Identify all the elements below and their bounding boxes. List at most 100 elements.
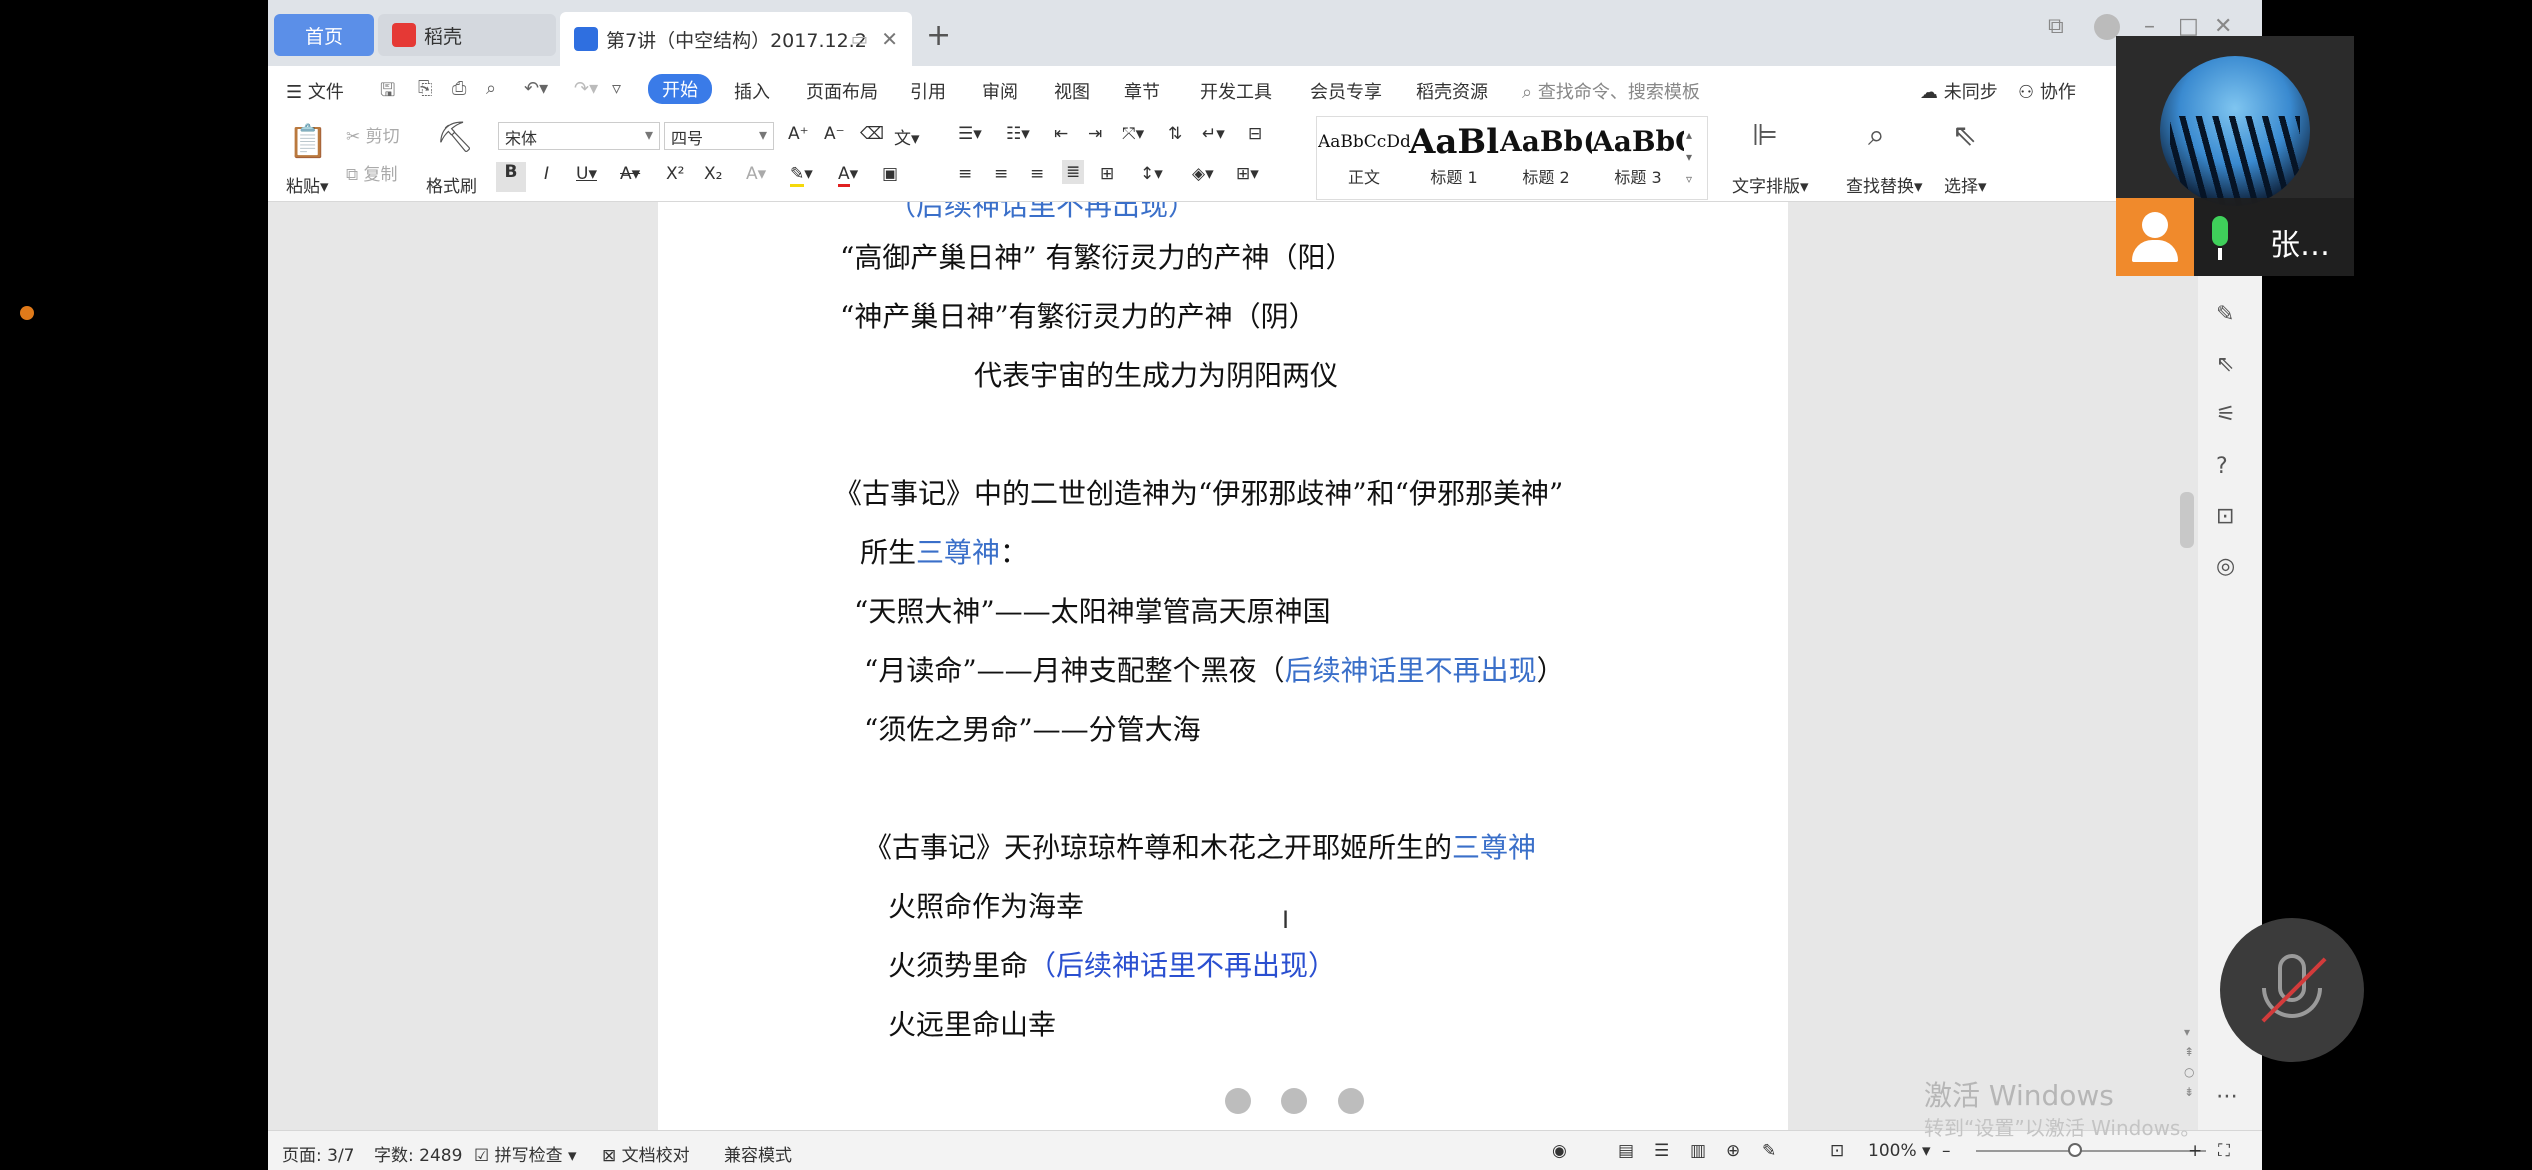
location-icon[interactable]: ◎	[2216, 554, 2242, 580]
zoom-level[interactable]: 100% ▾	[1868, 1141, 1931, 1161]
page-view-icon[interactable]: ▤	[1618, 1141, 1634, 1161]
char-border-icon[interactable]: ▣	[882, 164, 898, 184]
pointer-icon[interactable]: ⇖	[2216, 352, 2242, 378]
grow-font-icon[interactable]: A⁺	[788, 124, 809, 144]
collaborate-button[interactable]: ⚇ 协作	[2018, 78, 2076, 104]
document-page[interactable]: （后续神话里不再出现） “高御产巢日神” 有繁衍灵力的产神（阳） “神产巢日神”…	[658, 202, 1788, 1130]
close-tab-icon[interactable]: ✕	[881, 27, 898, 51]
align-center-icon[interactable]: ≡	[994, 164, 1008, 184]
read-view-icon[interactable]: ▥	[1690, 1141, 1706, 1161]
style-heading-2[interactable]: AaBb( 标题 2	[1500, 120, 1592, 196]
mute-toggle-button[interactable]	[2220, 918, 2364, 1062]
tab-start[interactable]: 开始	[648, 74, 712, 104]
layout-switch-icon[interactable]: ⧉	[2048, 14, 2064, 39]
underline-button[interactable]: U▾	[576, 164, 597, 184]
italic-button[interactable]: I	[544, 164, 549, 184]
redo-icon[interactable]: ↷▾	[574, 78, 598, 99]
proofread-button[interactable]: ⊠ 文档校对	[602, 1141, 690, 1166]
pin-tab-icon[interactable]: ▭	[851, 29, 868, 50]
more-icon[interactable]: ⋯	[2216, 1084, 2242, 1110]
font-size-select[interactable]: 四号 ▾	[664, 122, 774, 150]
select-button[interactable]: 选择▾	[1944, 172, 1987, 197]
document-canvas[interactable]: （后续神话里不再出现） “高御产巢日神” 有繁衍灵力的产神（阳） “神产巢日神”…	[268, 202, 2196, 1130]
export-pdf-icon[interactable]: ⎘	[418, 78, 432, 99]
web-view-icon[interactable]: ⊕	[1726, 1141, 1740, 1161]
share-icon[interactable]: ⊡	[2216, 504, 2242, 530]
save-icon[interactable]: 🖫	[380, 78, 395, 108]
tab-daoke[interactable]: 稻壳	[378, 14, 556, 56]
tab-insert[interactable]: 插入	[734, 78, 770, 104]
highlight-color-icon[interactable]: ✎▾	[790, 164, 813, 187]
distributed-icon[interactable]: ⊞	[1100, 164, 1114, 184]
superscript-button[interactable]: X²	[666, 164, 684, 184]
clear-format-icon[interactable]: ⌫	[860, 124, 884, 144]
style-heading-3[interactable]: AaBbC 标题 3	[1592, 120, 1684, 196]
sort-icon[interactable]: ⇅	[1168, 124, 1182, 144]
select-cursor-icon[interactable]: ⇖	[1952, 118, 1977, 153]
font-name-select[interactable]: 宋体 ▾	[498, 122, 660, 150]
vertical-scrollbar-thumb[interactable]	[2180, 492, 2194, 548]
strikethrough-button[interactable]: A▾	[620, 164, 640, 184]
page-dot-2[interactable]	[1281, 1088, 1307, 1114]
bullet-list-icon[interactable]: ☰▾	[958, 124, 982, 144]
paste-button[interactable]: 粘贴▾	[286, 172, 329, 197]
tab-home[interactable]: 首页	[274, 14, 374, 56]
edit-pen-icon[interactable]: ✎	[2216, 302, 2242, 328]
eye-protect-icon[interactable]: ◉	[1552, 1141, 1567, 1161]
file-menu[interactable]: ☰ 文件	[286, 78, 344, 104]
borders-icon[interactable]: ⊞▾	[1236, 164, 1259, 184]
tab-chapter[interactable]: 章节	[1124, 78, 1160, 104]
fit-page-icon[interactable]: ⊡	[1830, 1141, 1844, 1161]
zoom-slider[interactable]	[1976, 1150, 2206, 1152]
zoom-in-button[interactable]: +	[2188, 1141, 2202, 1161]
write-mode-icon[interactable]: ✎	[1762, 1141, 1776, 1161]
justify-icon[interactable]: ≣	[1062, 160, 1085, 184]
numbered-list-icon[interactable]: ☷▾	[1006, 124, 1030, 144]
new-tab-button[interactable]: +	[926, 18, 951, 53]
ruler-icon[interactable]: ⊟	[1248, 124, 1262, 144]
customize-toolbar-icon[interactable]: ▿	[612, 78, 621, 99]
spellcheck-button[interactable]: ☑ 拼写检查 ▾	[474, 1141, 577, 1166]
text-layout-icon[interactable]: ⊫	[1752, 118, 1778, 153]
word-count[interactable]: 字数: 2489	[374, 1141, 462, 1166]
text-effect-icon[interactable]: A▾	[746, 164, 766, 184]
phonetic-guide-icon[interactable]: 文▾	[894, 124, 920, 149]
tab-daoke-resources[interactable]: 稻壳资源	[1416, 78, 1488, 104]
outline-view-icon[interactable]: ☰	[1654, 1141, 1669, 1161]
page-dot-1[interactable]	[1225, 1088, 1251, 1114]
style-gallery-scroll[interactable]: ▴ ▾ ▿	[1686, 124, 1692, 190]
subscript-button[interactable]: X₂	[704, 164, 722, 184]
tab-review[interactable]: 审阅	[982, 78, 1018, 104]
tab-view[interactable]: 视图	[1054, 78, 1090, 104]
align-right-icon[interactable]: ≡	[1030, 164, 1044, 184]
format-painter-icon[interactable]: ⛏	[436, 120, 474, 155]
zoom-out-button[interactable]: –	[1942, 1141, 1951, 1161]
bold-button[interactable]: B	[496, 162, 526, 192]
style-heading-1[interactable]: AaBl 标题 1	[1408, 120, 1500, 196]
cut-button[interactable]: ✂ 剪切	[346, 122, 400, 147]
print-preview-icon[interactable]: ⌕	[486, 78, 496, 99]
paste-icon[interactable]: 📋	[288, 122, 328, 160]
text-layout-button[interactable]: 文字排版▾	[1732, 172, 1809, 197]
tab-document[interactable]: 第7讲（中空结构）2017.12.2 ▭ ✕	[560, 12, 912, 66]
command-search[interactable]: ⌕ 查找命令、搜索模板	[1522, 78, 1700, 104]
fullscreen-icon[interactable]: ⛶	[2218, 1141, 2230, 1161]
settings-sliders-icon[interactable]: ⚟	[2216, 402, 2242, 428]
tab-devtools[interactable]: 开发工具	[1200, 78, 1272, 104]
print-icon[interactable]: ⎙	[452, 78, 466, 99]
zoom-slider-thumb[interactable]	[2068, 1143, 2082, 1157]
tab-member[interactable]: 会员专享	[1310, 78, 1382, 104]
decrease-indent-icon[interactable]: ⇤	[1054, 124, 1068, 144]
page-dot-3[interactable]	[1338, 1088, 1364, 1114]
show-marks-icon[interactable]: ↵▾	[1202, 124, 1225, 144]
shading-icon[interactable]: ◈▾	[1192, 164, 1214, 184]
find-replace-button[interactable]: 查找替换▾	[1846, 172, 1923, 197]
chinese-layout-icon[interactable]: ⤧▾	[1122, 124, 1144, 144]
page-nav-icons[interactable]: ▾ ⇞ ○ ⇟	[2184, 1022, 2210, 1099]
tab-reference[interactable]: 引用	[910, 78, 946, 104]
help-icon[interactable]: ?	[2216, 454, 2242, 480]
format-painter-button[interactable]: 格式刷	[426, 172, 477, 197]
shrink-font-icon[interactable]: A⁻	[824, 124, 845, 144]
sync-status[interactable]: ☁ 未同步	[1920, 78, 1998, 104]
copy-button[interactable]: ⧉ 复制	[346, 160, 398, 185]
